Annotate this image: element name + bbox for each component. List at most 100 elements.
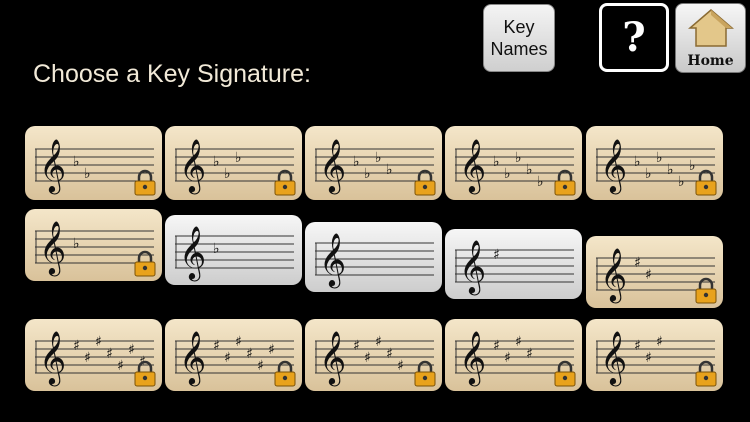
staff-icon: 𝄞 ♯♯♯♯♯♯♯ (35, 330, 156, 387)
key-signature-card[interactable]: 𝄞 ♭ (165, 215, 302, 285)
key-signature-card[interactable]: 𝄞 ♭ ♭ ♭ ♭ ♭ (445, 126, 582, 200)
sharp-icon: ♯ (128, 342, 135, 358)
staff-icon: 𝄞 ♯ (455, 239, 574, 295)
treble-clef-icon: 𝄞 (179, 330, 206, 386)
key-signature-card[interactable]: 𝄞 (305, 222, 442, 292)
staff-icon: 𝄞 ♭♭♭♭♭ (455, 138, 576, 196)
sharp-icon: ♯ (504, 350, 511, 366)
help-button[interactable]: ? (599, 3, 669, 72)
lock-icon (134, 169, 156, 196)
staff-icon: 𝄞 ♯♯♯♯♯♯ (175, 330, 296, 387)
flat-icon: ♭ (656, 150, 663, 166)
flat-icon: ♭ (504, 166, 511, 182)
flat-icon: ♭ (235, 150, 242, 166)
sharp-icon: ♯ (364, 350, 371, 366)
home-label: Home (687, 53, 734, 69)
staff-icon: 𝄞 ♯♯♯♯ (455, 330, 576, 387)
house-icon (688, 9, 734, 47)
flat-icon: ♭ (73, 236, 80, 252)
staff-icon: 𝄞 ♭♭♭♭ (315, 138, 436, 196)
lock-icon (134, 250, 156, 277)
flat-icon: ♭ (678, 174, 685, 190)
sharp-icon: ♯ (656, 334, 663, 350)
flat-icon: ♭ (634, 154, 641, 170)
sharp-icon: ♯ (645, 350, 652, 366)
key-signature-card[interactable]: 𝄞 ♯ ♯ ♯ ♯ ♯ ♯ ♯ (25, 319, 162, 391)
lock-icon (274, 360, 296, 387)
sharp-icon: ♯ (515, 334, 522, 350)
home-button[interactable]: Home (675, 3, 746, 73)
sharp-icon: ♯ (84, 350, 91, 366)
staff-icon: 𝄞 ♯♯♯ (596, 330, 717, 387)
staff-icon: 𝄞 ♭♭♭♭♭♭ (596, 138, 717, 196)
sharp-icon: ♯ (117, 358, 124, 374)
key-signature-card[interactable]: 𝄞 ♭ ♭ ♭ ♭ (305, 126, 442, 200)
staff-icon: 𝄞 ♯♯♯♯♯ (315, 330, 436, 387)
flat-icon: ♭ (537, 174, 544, 190)
sharp-icon: ♯ (645, 267, 652, 283)
treble-clef-icon: 𝄞 (459, 138, 486, 194)
sharp-icon: ♯ (634, 255, 641, 271)
staff-icon: 𝄞 ♭ (175, 225, 294, 281)
treble-clef-icon: 𝄞 (459, 330, 486, 386)
flat-icon: ♭ (493, 154, 500, 170)
treble-clef-icon: 𝄞 (39, 220, 66, 276)
key-signature-card[interactable]: 𝄞 ♭ (25, 209, 162, 281)
sharp-icon: ♯ (526, 346, 533, 362)
flat-icon: ♭ (73, 154, 80, 170)
flat-icon: ♭ (689, 158, 696, 174)
sharp-icon: ♯ (493, 338, 500, 354)
sharp-icon: ♯ (268, 342, 275, 358)
key-signature-card[interactable]: 𝄞 ♭ ♭ ♭ ♭ ♭ ♭ (586, 126, 723, 200)
staff-icon: 𝄞 ♯♯ (596, 247, 717, 304)
flat-icon: ♭ (526, 162, 533, 178)
treble-clef-icon: 𝄞 (600, 247, 627, 303)
sharp-icon: ♯ (634, 338, 641, 354)
lock-icon (274, 169, 296, 196)
staff-icon: 𝄞 ♭♭ (35, 138, 156, 196)
treble-clef-icon: 𝄞 (179, 225, 206, 281)
staff-icon: 𝄞 ♭♭♭ (175, 138, 296, 196)
key-names-button[interactable]: Key Names (483, 4, 555, 72)
flat-icon: ♭ (353, 154, 360, 170)
sharp-icon: ♯ (246, 346, 253, 362)
sharp-icon: ♯ (73, 338, 80, 354)
key-names-line2: Names (490, 39, 548, 59)
flat-icon: ♭ (667, 162, 674, 178)
sharp-icon: ♯ (95, 334, 102, 350)
page-title: Choose a Key Signature: (33, 60, 311, 88)
treble-clef-icon: 𝄞 (459, 239, 486, 295)
sharp-icon: ♯ (224, 350, 231, 366)
lock-icon (695, 360, 717, 387)
flat-icon: ♭ (213, 154, 220, 170)
treble-clef-icon: 𝄞 (319, 232, 346, 288)
staff-icon: 𝄞 ♭ (35, 220, 156, 277)
flat-icon: ♭ (364, 166, 371, 182)
key-signature-card[interactable]: 𝄞 ♯ ♯ ♯ ♯ ♯ ♯ (165, 319, 302, 391)
treble-clef-icon: 𝄞 (600, 138, 627, 194)
key-signature-card[interactable]: 𝄞 ♯ ♯ ♯ ♯ ♯ (305, 319, 442, 391)
flat-icon: ♭ (375, 150, 382, 166)
treble-clef-icon: 𝄞 (319, 138, 346, 194)
flat-icon: ♭ (386, 162, 393, 178)
key-names-line1: Key (503, 17, 535, 37)
key-signature-card[interactable]: 𝄞 ♭ ♭ (25, 126, 162, 200)
staff-icon: 𝄞 (315, 232, 434, 288)
sharp-icon: ♯ (386, 346, 393, 362)
sharp-icon: ♯ (375, 334, 382, 350)
treble-clef-icon: 𝄞 (39, 138, 66, 194)
key-signature-card[interactable]: 𝄞 ♯ (445, 229, 582, 299)
key-signature-card[interactable]: 𝄞 ♭ ♭ ♭ (165, 126, 302, 200)
flat-icon: ♭ (515, 150, 522, 166)
key-signature-card[interactable]: 𝄞 ♯ ♯ ♯ (586, 319, 723, 391)
sharp-icon: ♯ (353, 338, 360, 354)
treble-clef-icon: 𝄞 (319, 330, 346, 386)
key-signature-card[interactable]: 𝄞 ♯ ♯ (586, 236, 723, 308)
treble-clef-icon: 𝄞 (179, 138, 206, 194)
flat-icon: ♭ (224, 166, 231, 182)
sharp-icon: ♯ (213, 338, 220, 354)
flat-icon: ♭ (84, 166, 91, 182)
key-signature-card[interactable]: 𝄞 ♯ ♯ ♯ ♯ (445, 319, 582, 391)
treble-clef-icon: 𝄞 (600, 330, 627, 386)
sharp-icon: ♯ (493, 247, 500, 263)
